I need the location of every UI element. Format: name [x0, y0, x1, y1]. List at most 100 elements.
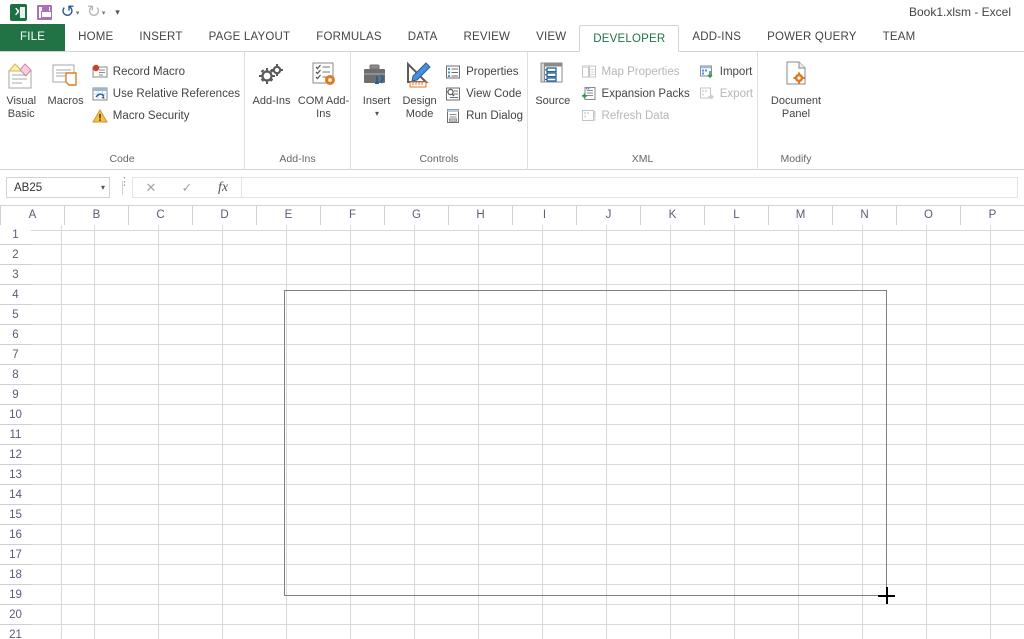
row-header-8[interactable]: 8: [0, 365, 31, 385]
tab-formulas[interactable]: FORMULAS: [303, 24, 395, 51]
macro-security-button[interactable]: Macro Security: [89, 105, 244, 127]
macros-label: Macros: [47, 95, 84, 107]
formula-input[interactable]: [241, 177, 1018, 198]
enter-icon[interactable]: ✓: [169, 178, 205, 197]
column-header-b[interactable]: B: [65, 206, 129, 225]
visual-basic-button[interactable]: Visual Basic: [2, 56, 40, 121]
save-icon[interactable]: [31, 2, 57, 24]
tab-team[interactable]: TEAM: [870, 24, 929, 51]
column-header-l[interactable]: L: [705, 206, 769, 225]
tab-insert[interactable]: INSERT: [126, 24, 195, 51]
column-header-o[interactable]: O: [897, 206, 961, 225]
add-ins-label: Add-Ins: [252, 95, 291, 107]
row-header-21[interactable]: 21: [0, 625, 31, 639]
group-label-code: Code: [109, 153, 135, 165]
column-header-d[interactable]: D: [193, 206, 257, 225]
name-box-chevron-down-icon[interactable]: ▾: [101, 183, 105, 192]
expansion-packs-button[interactable]: Expansion Packs: [578, 83, 694, 105]
grid-cells[interactable]: [31, 225, 1024, 639]
column-headers: ABCDEFGHIJKLMNOP: [0, 206, 1024, 225]
export-icon: [699, 86, 715, 102]
column-header-g[interactable]: G: [385, 206, 449, 225]
tab-developer[interactable]: DEVELOPER: [579, 25, 680, 52]
column-header-i[interactable]: I: [513, 206, 577, 225]
tab-home[interactable]: HOME: [65, 24, 126, 51]
row-headers: 12345678910111213141516171819202122: [0, 225, 31, 639]
row-header-15[interactable]: 15: [0, 505, 31, 525]
row-header-2[interactable]: 2: [0, 245, 31, 265]
row-header-13[interactable]: 13: [0, 465, 31, 485]
use-relative-references-button[interactable]: Use Relative References: [89, 83, 244, 105]
add-ins-icon: [256, 60, 288, 92]
tab-review[interactable]: REVIEW: [451, 24, 524, 51]
row-header-1[interactable]: 1: [0, 225, 31, 245]
group-label-add-ins: Add-Ins: [279, 153, 316, 165]
column-header-j[interactable]: J: [577, 206, 641, 225]
insert-control-chevron-down-icon[interactable]: ▾: [375, 109, 379, 118]
column-header-c[interactable]: C: [129, 206, 193, 225]
row-header-6[interactable]: 6: [0, 325, 31, 345]
run-dialog-label: Run Dialog: [466, 110, 523, 122]
insert-function-icon[interactable]: fx: [205, 178, 241, 197]
column-header-n[interactable]: N: [833, 206, 897, 225]
row-header-12[interactable]: 12: [0, 445, 31, 465]
xml-small-buttons-col2: Import Export: [696, 56, 757, 105]
customize-qat-icon[interactable]: ▾: [109, 2, 126, 24]
row-header-17[interactable]: 17: [0, 545, 31, 565]
row-header-19[interactable]: 19: [0, 585, 31, 605]
redo-icon[interactable]: ↻ ▾: [83, 2, 109, 24]
properties-icon: [445, 64, 461, 80]
column-header-m[interactable]: M: [769, 206, 833, 225]
com-add-ins-button[interactable]: COM Add-Ins: [298, 56, 350, 121]
drawn-rectangle[interactable]: [284, 290, 887, 596]
column-header-f[interactable]: F: [321, 206, 385, 225]
ribbon-content: Visual Basic Macros Record Macro Use Rel…: [0, 52, 1024, 170]
run-dialog-button[interactable]: Run Dialog: [442, 105, 527, 127]
group-label-xml: XML: [631, 153, 654, 165]
view-code-icon: [445, 86, 461, 102]
row-header-3[interactable]: 3: [0, 265, 31, 285]
row-header-14[interactable]: 14: [0, 485, 31, 505]
properties-button[interactable]: Properties: [442, 61, 527, 83]
tab-view[interactable]: VIEW: [523, 24, 579, 51]
insert-control-button[interactable]: Insert ▾: [356, 56, 397, 118]
export-button: Export: [696, 83, 757, 105]
column-header-e[interactable]: E: [257, 206, 321, 225]
tab-add-ins[interactable]: ADD-INS: [679, 24, 754, 51]
row-header-9[interactable]: 9: [0, 385, 31, 405]
undo-icon[interactable]: ↺ ▾: [57, 2, 83, 24]
row-header-16[interactable]: 16: [0, 525, 31, 545]
column-header-a[interactable]: A: [1, 206, 65, 225]
import-icon: [699, 64, 715, 80]
document-panel-button[interactable]: Document Panel: [760, 56, 832, 121]
row-header-7[interactable]: 7: [0, 345, 31, 365]
xml-source-button[interactable]: Source: [531, 56, 575, 108]
tab-power-query[interactable]: POWER QUERY: [754, 24, 870, 51]
formula-bar: AB25 ▾ ✕ ✓ fx: [0, 170, 1024, 206]
design-mode-button[interactable]: Design Mode: [399, 56, 440, 121]
macro-security-icon: [91, 108, 108, 124]
import-button[interactable]: Import: [696, 61, 757, 83]
column-header-h[interactable]: H: [449, 206, 513, 225]
macros-button[interactable]: Macros: [46, 56, 84, 108]
add-ins-button[interactable]: Add-Ins: [246, 56, 298, 108]
row-header-10[interactable]: 10: [0, 405, 31, 425]
tab-page-layout[interactable]: PAGE LAYOUT: [196, 24, 304, 51]
row-header-4[interactable]: 4: [0, 285, 31, 305]
ribbon-group-add-ins: Add-Ins COM Add-Ins Add-Ins: [245, 52, 351, 170]
row-header-20[interactable]: 20: [0, 605, 31, 625]
cancel-icon[interactable]: ✕: [133, 178, 169, 197]
tab-file[interactable]: FILE: [0, 24, 66, 51]
select-all-corner[interactable]: [0, 206, 1, 225]
row-header-11[interactable]: 11: [0, 425, 31, 445]
row-header-5[interactable]: 5: [0, 305, 31, 325]
name-box[interactable]: AB25 ▾: [6, 177, 110, 198]
column-header-p[interactable]: P: [961, 206, 1024, 225]
record-macro-button[interactable]: Record Macro: [89, 61, 244, 83]
view-code-button[interactable]: View Code: [442, 83, 527, 105]
group-label-modify: Modify: [780, 153, 812, 165]
excel-logo-icon: X: [5, 2, 31, 24]
row-header-18[interactable]: 18: [0, 565, 31, 585]
column-header-k[interactable]: K: [641, 206, 705, 225]
tab-data[interactable]: DATA: [395, 24, 451, 51]
